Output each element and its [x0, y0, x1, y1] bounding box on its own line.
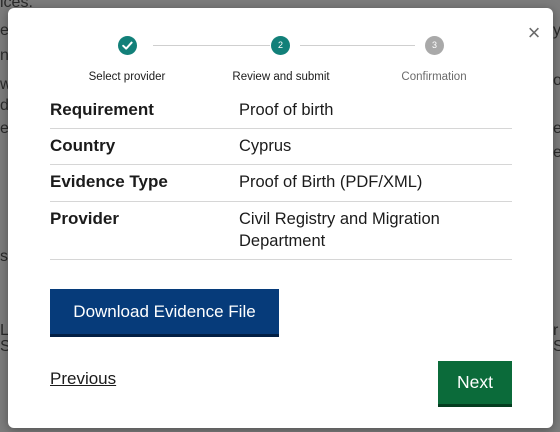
next-button[interactable]: Next — [438, 361, 512, 404]
country-label: Country — [50, 136, 116, 155]
requirement-value: Proof of birth — [239, 101, 334, 119]
background-text: y — [553, 22, 560, 39]
evidence-type-value: Proof of Birth (PDF/XML) — [239, 173, 423, 191]
background-text: e — [553, 144, 560, 161]
review-dialog: × 2 3 Select provider Review and submit … — [8, 8, 553, 428]
step-1-label: Select provider — [88, 71, 166, 83]
provider-value: Civil Registry and Migration Department — [239, 210, 440, 250]
background-text: e — [553, 120, 560, 137]
table-row-evidence-type: Evidence Type Proof of Birth (PDF/XML) — [50, 165, 512, 202]
table-row-country: Country Cyprus — [50, 129, 512, 165]
download-evidence-button[interactable]: Download Evidence File — [50, 289, 279, 334]
close-icon[interactable]: × — [523, 22, 545, 44]
background-text: S — [553, 338, 560, 355]
stepper-connector — [300, 45, 415, 46]
previous-link[interactable]: Previous — [50, 369, 116, 389]
step-2-label: Review and submit — [232, 71, 330, 83]
evidence-type-label: Evidence Type — [50, 172, 168, 191]
stepper-connector — [153, 45, 270, 46]
background-text: s — [0, 248, 8, 265]
requirement-label: Requirement — [50, 100, 154, 119]
table-row-provider: Provider Civil Registry and Migration De… — [50, 202, 512, 260]
provider-label: Provider — [50, 209, 119, 228]
step-2-indicator: 2 — [271, 36, 290, 55]
country-value: Cyprus — [239, 137, 292, 155]
step-1-check-icon — [118, 36, 137, 55]
table-row-requirement: Requirement Proof of birth — [50, 94, 512, 129]
background-text: o — [553, 72, 560, 89]
step-3-indicator: 3 — [425, 36, 444, 55]
step-3-label: Confirmation — [401, 71, 467, 83]
